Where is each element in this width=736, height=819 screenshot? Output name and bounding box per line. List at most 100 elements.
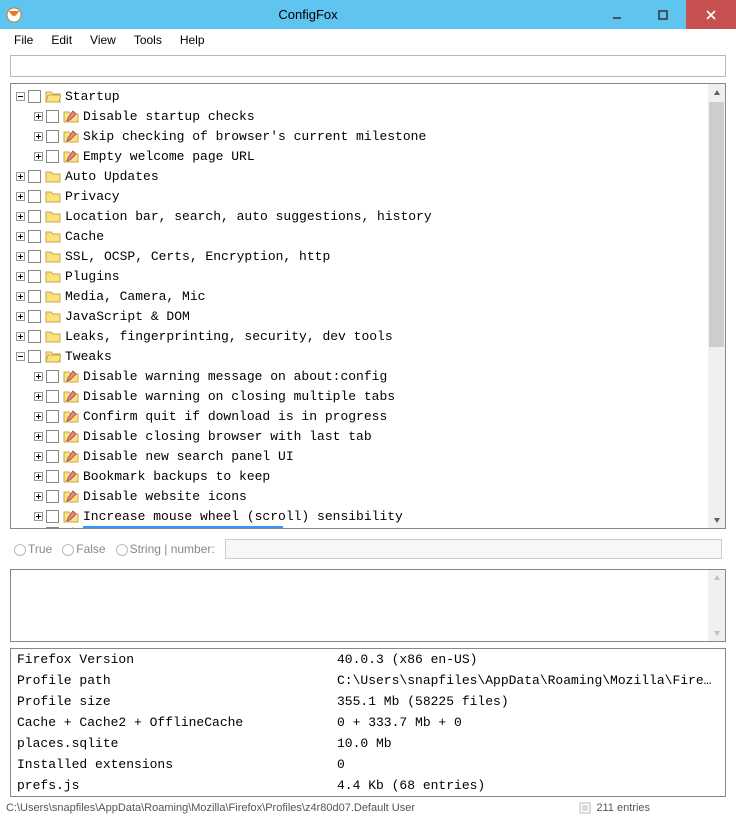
tree-label: Leaks, fingerprinting, security, dev too… xyxy=(65,329,393,344)
checkbox[interactable] xyxy=(28,190,41,203)
expand-icon[interactable] xyxy=(33,411,44,422)
checkbox[interactable] xyxy=(28,90,41,103)
expand-icon[interactable] xyxy=(15,291,26,302)
tree-label: Disable new search panel UI xyxy=(83,449,294,464)
expand-icon[interactable] xyxy=(15,251,26,262)
checkbox[interactable] xyxy=(46,450,59,463)
details-scroll-up[interactable] xyxy=(708,570,725,587)
tree-label: Disable warning on closing multiple tabs xyxy=(83,389,395,404)
expand-icon[interactable] xyxy=(33,471,44,482)
tree-row[interactable]: Leaks, fingerprinting, security, dev too… xyxy=(15,326,704,346)
expand-icon[interactable] xyxy=(15,171,26,182)
scroll-up[interactable] xyxy=(708,84,725,101)
tree-row[interactable] xyxy=(15,526,704,528)
expand-icon[interactable] xyxy=(15,231,26,242)
expand-icon[interactable] xyxy=(15,91,26,102)
tree-row[interactable]: SSL, OCSP, Certs, Encryption, http xyxy=(15,246,704,266)
checkbox[interactable] xyxy=(46,110,59,123)
checkbox[interactable] xyxy=(28,330,41,343)
tree-row[interactable]: Disable startup checks xyxy=(15,106,704,126)
tree-row[interactable]: Disable closing browser with last tab xyxy=(15,426,704,446)
tree-row[interactable]: Location bar, search, auto suggestions, … xyxy=(15,206,704,226)
checkbox[interactable] xyxy=(28,350,41,363)
checkbox[interactable] xyxy=(28,270,41,283)
checkbox[interactable] xyxy=(28,290,41,303)
folder-edit-icon xyxy=(63,469,79,483)
expand-icon[interactable] xyxy=(15,331,26,342)
checkbox[interactable] xyxy=(46,150,59,163)
tree-row[interactable]: Disable website icons xyxy=(15,486,704,506)
minimize-button[interactable] xyxy=(594,0,640,29)
checkbox[interactable] xyxy=(28,250,41,263)
expand-icon[interactable] xyxy=(33,451,44,462)
expand-icon[interactable] xyxy=(33,151,44,162)
expand-icon[interactable] xyxy=(15,271,26,282)
checkbox[interactable] xyxy=(46,510,59,523)
maximize-button[interactable] xyxy=(640,0,686,29)
radio-true[interactable]: True xyxy=(14,542,52,556)
checkbox[interactable] xyxy=(46,390,59,403)
tree-row[interactable]: Startup xyxy=(15,86,704,106)
value-input[interactable] xyxy=(225,539,722,559)
search-input[interactable] xyxy=(10,55,726,77)
expand-icon[interactable] xyxy=(33,431,44,442)
radio-string[interactable]: String | number: xyxy=(116,542,215,556)
tree-row[interactable]: JavaScript & DOM xyxy=(15,306,704,326)
expand-icon[interactable] xyxy=(33,111,44,122)
expand-icon[interactable] xyxy=(15,211,26,222)
checkbox[interactable] xyxy=(46,470,59,483)
info-places-val: 10.0 Mb xyxy=(337,734,719,753)
tree-row[interactable]: Privacy xyxy=(15,186,704,206)
tree-row[interactable]: Plugins xyxy=(15,266,704,286)
checkbox[interactable] xyxy=(46,430,59,443)
expand-icon[interactable] xyxy=(15,191,26,202)
menu-edit[interactable]: Edit xyxy=(43,31,80,49)
folder-edit-icon xyxy=(63,409,79,423)
folder-icon xyxy=(45,209,61,223)
tree-row[interactable]: Increase mouse wheel (scroll) sensibilit… xyxy=(15,506,704,526)
radio-false[interactable]: False xyxy=(62,542,105,556)
expand-icon[interactable] xyxy=(33,491,44,502)
tree-row[interactable]: Auto Updates xyxy=(15,166,704,186)
info-ext-val: 0 xyxy=(337,755,719,774)
tree-label: Cache xyxy=(65,229,104,244)
checkbox[interactable] xyxy=(46,130,59,143)
tree-row[interactable]: Empty welcome page URL xyxy=(15,146,704,166)
tree-row[interactable]: Cache xyxy=(15,226,704,246)
checkbox[interactable] xyxy=(28,210,41,223)
value-bar: True False String | number: xyxy=(10,535,726,563)
checkbox[interactable] xyxy=(28,310,41,323)
menu-tools[interactable]: Tools xyxy=(126,31,170,49)
scroll-down[interactable] xyxy=(708,511,725,528)
tree-row[interactable]: Tweaks xyxy=(15,346,704,366)
tree-row[interactable]: Media, Camera, Mic xyxy=(15,286,704,306)
expand-icon[interactable] xyxy=(33,131,44,142)
checkbox[interactable] xyxy=(46,410,59,423)
checkbox[interactable] xyxy=(46,490,59,503)
tree-row[interactable]: Confirm quit if download is in progress xyxy=(15,406,704,426)
menu-view[interactable]: View xyxy=(82,31,124,49)
expand-icon[interactable] xyxy=(33,528,44,529)
checkbox[interactable] xyxy=(28,170,41,183)
tree-row[interactable]: Disable warning message on about:config xyxy=(15,366,704,386)
expand-icon[interactable] xyxy=(33,371,44,382)
details-scroll-down[interactable] xyxy=(708,624,725,641)
scrollbar[interactable] xyxy=(708,84,725,528)
expand-icon[interactable] xyxy=(33,511,44,522)
scroll-thumb[interactable] xyxy=(709,102,724,347)
menu-help[interactable]: Help xyxy=(172,31,213,49)
tree-row[interactable]: Disable new search panel UI xyxy=(15,446,704,466)
tree-panel: Startup Disable startup checks Skip chec… xyxy=(10,83,726,529)
expand-icon[interactable] xyxy=(15,351,26,362)
expand-icon[interactable] xyxy=(33,391,44,402)
tree-row[interactable]: Skip checking of browser's current miles… xyxy=(15,126,704,146)
tree-row[interactable]: Disable warning on closing multiple tabs xyxy=(15,386,704,406)
window-controls xyxy=(594,0,736,29)
menu-file[interactable]: File xyxy=(6,31,41,49)
expand-icon[interactable] xyxy=(15,311,26,322)
close-button[interactable] xyxy=(686,0,736,29)
tree-row[interactable]: Bookmark backups to keep xyxy=(15,466,704,486)
checkbox[interactable] xyxy=(28,230,41,243)
checkbox[interactable] xyxy=(46,527,59,529)
checkbox[interactable] xyxy=(46,370,59,383)
